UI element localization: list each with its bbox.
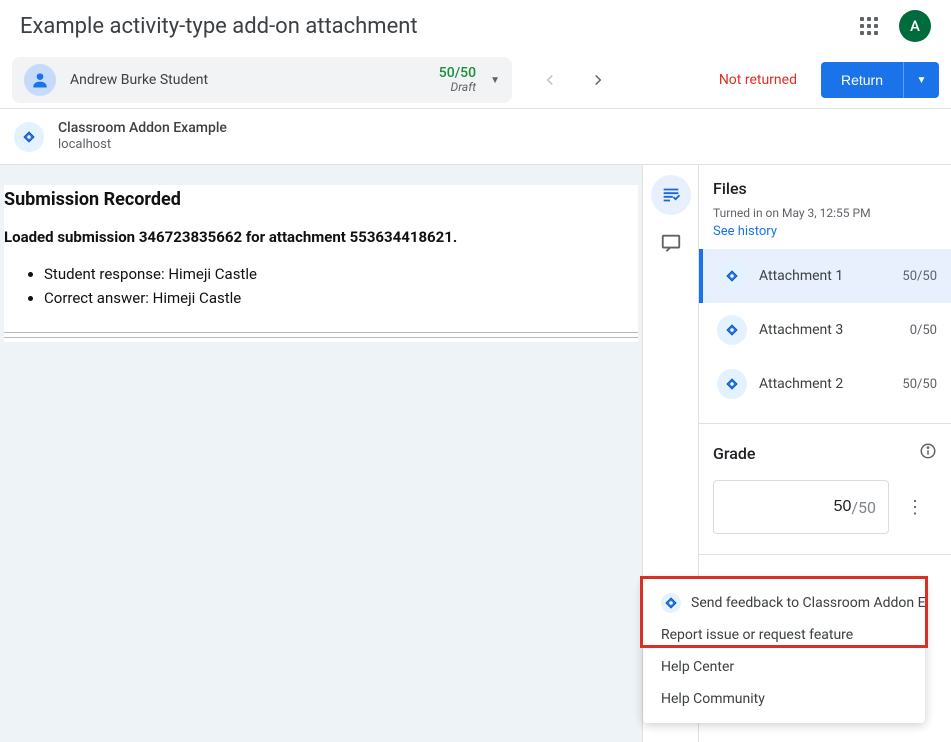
attachment-name: Attachment 1	[759, 268, 890, 284]
grade-menu-button[interactable]: ⋮	[903, 497, 927, 518]
grade-title: Grade	[713, 444, 755, 463]
student-selector[interactable]: Andrew Burke Student 50/50 Draft ▼	[12, 57, 512, 103]
files-tab-button[interactable]	[651, 175, 691, 215]
apps-icon[interactable]	[857, 14, 881, 38]
student-response-item: Student response: Himeji Castle	[44, 262, 638, 286]
attachment-score: 50/50	[902, 269, 937, 284]
turned-in-timestamp: Turned in on May 3, 12:55 PM	[713, 206, 937, 220]
attachment-name: Attachment 2	[759, 376, 890, 392]
addon-icon	[661, 593, 681, 613]
popup-item[interactable]: Help Center	[643, 651, 925, 683]
addon-subtitle: localhost	[58, 137, 227, 154]
help-menu-popup: Send feedback to Classroom Addon Example…	[643, 579, 925, 723]
student-name: Andrew Burke Student	[70, 72, 439, 88]
addon-title: Classroom Addon Example	[58, 119, 227, 137]
comments-tab-button[interactable]	[651, 223, 691, 263]
app-header: Example activity-type add-on attachment …	[0, 0, 951, 52]
score-value: 50/50	[439, 66, 476, 81]
grade-denominator: /50	[851, 498, 876, 517]
attachment-icon	[717, 369, 747, 399]
prev-student-button[interactable]	[530, 60, 570, 100]
addon-icon	[14, 122, 44, 152]
submission-content: Submission Recorded Loaded submission 34…	[0, 165, 642, 742]
attachment-item[interactable]: Attachment 2 50/50	[699, 357, 951, 411]
files-title: Files	[713, 179, 937, 198]
submission-loaded-text: Loaded submission 346723835662 for attac…	[4, 228, 638, 262]
student-avatar-icon	[24, 64, 56, 96]
attachment-name: Attachment 3	[759, 322, 898, 338]
see-history-link[interactable]: See history	[713, 224, 937, 239]
popup-item[interactable]: Help Community	[643, 683, 925, 715]
student-score: 50/50 Draft	[439, 66, 476, 95]
attachment-score: 50/50	[902, 377, 937, 392]
popup-item[interactable]: Report issue or request feature	[643, 619, 925, 651]
status-not-returned: Not returned	[719, 72, 797, 88]
page-title: Example activity-type add-on attachment	[20, 14, 857, 39]
draft-label: Draft	[439, 81, 476, 94]
correct-answer-item: Correct answer: Himeji Castle	[44, 286, 638, 310]
account-avatar[interactable]: A	[899, 10, 931, 42]
next-student-button[interactable]	[578, 60, 618, 100]
return-more-button[interactable]: ▼	[903, 62, 939, 98]
attachment-icon	[717, 315, 747, 345]
chevron-down-icon: ▼	[490, 75, 500, 86]
attachment-icon	[717, 261, 747, 291]
attachment-item[interactable]: Attachment 3 0/50	[699, 303, 951, 357]
info-icon[interactable]	[919, 442, 937, 464]
return-button[interactable]: Return	[821, 62, 903, 98]
grade-input-wrap[interactable]: /50	[713, 480, 889, 534]
attachment-item[interactable]: Attachment 1 50/50	[699, 249, 951, 303]
toolbar: Andrew Burke Student 50/50 Draft ▼ Not r…	[0, 52, 951, 108]
submission-heading: Submission Recorded	[4, 189, 638, 228]
addon-header: Classroom Addon Example localhost	[0, 108, 951, 165]
attachment-score: 0/50	[910, 323, 937, 338]
popup-item[interactable]: Send feedback to Classroom Addon Example	[643, 587, 925, 619]
grade-input[interactable]	[811, 498, 851, 516]
